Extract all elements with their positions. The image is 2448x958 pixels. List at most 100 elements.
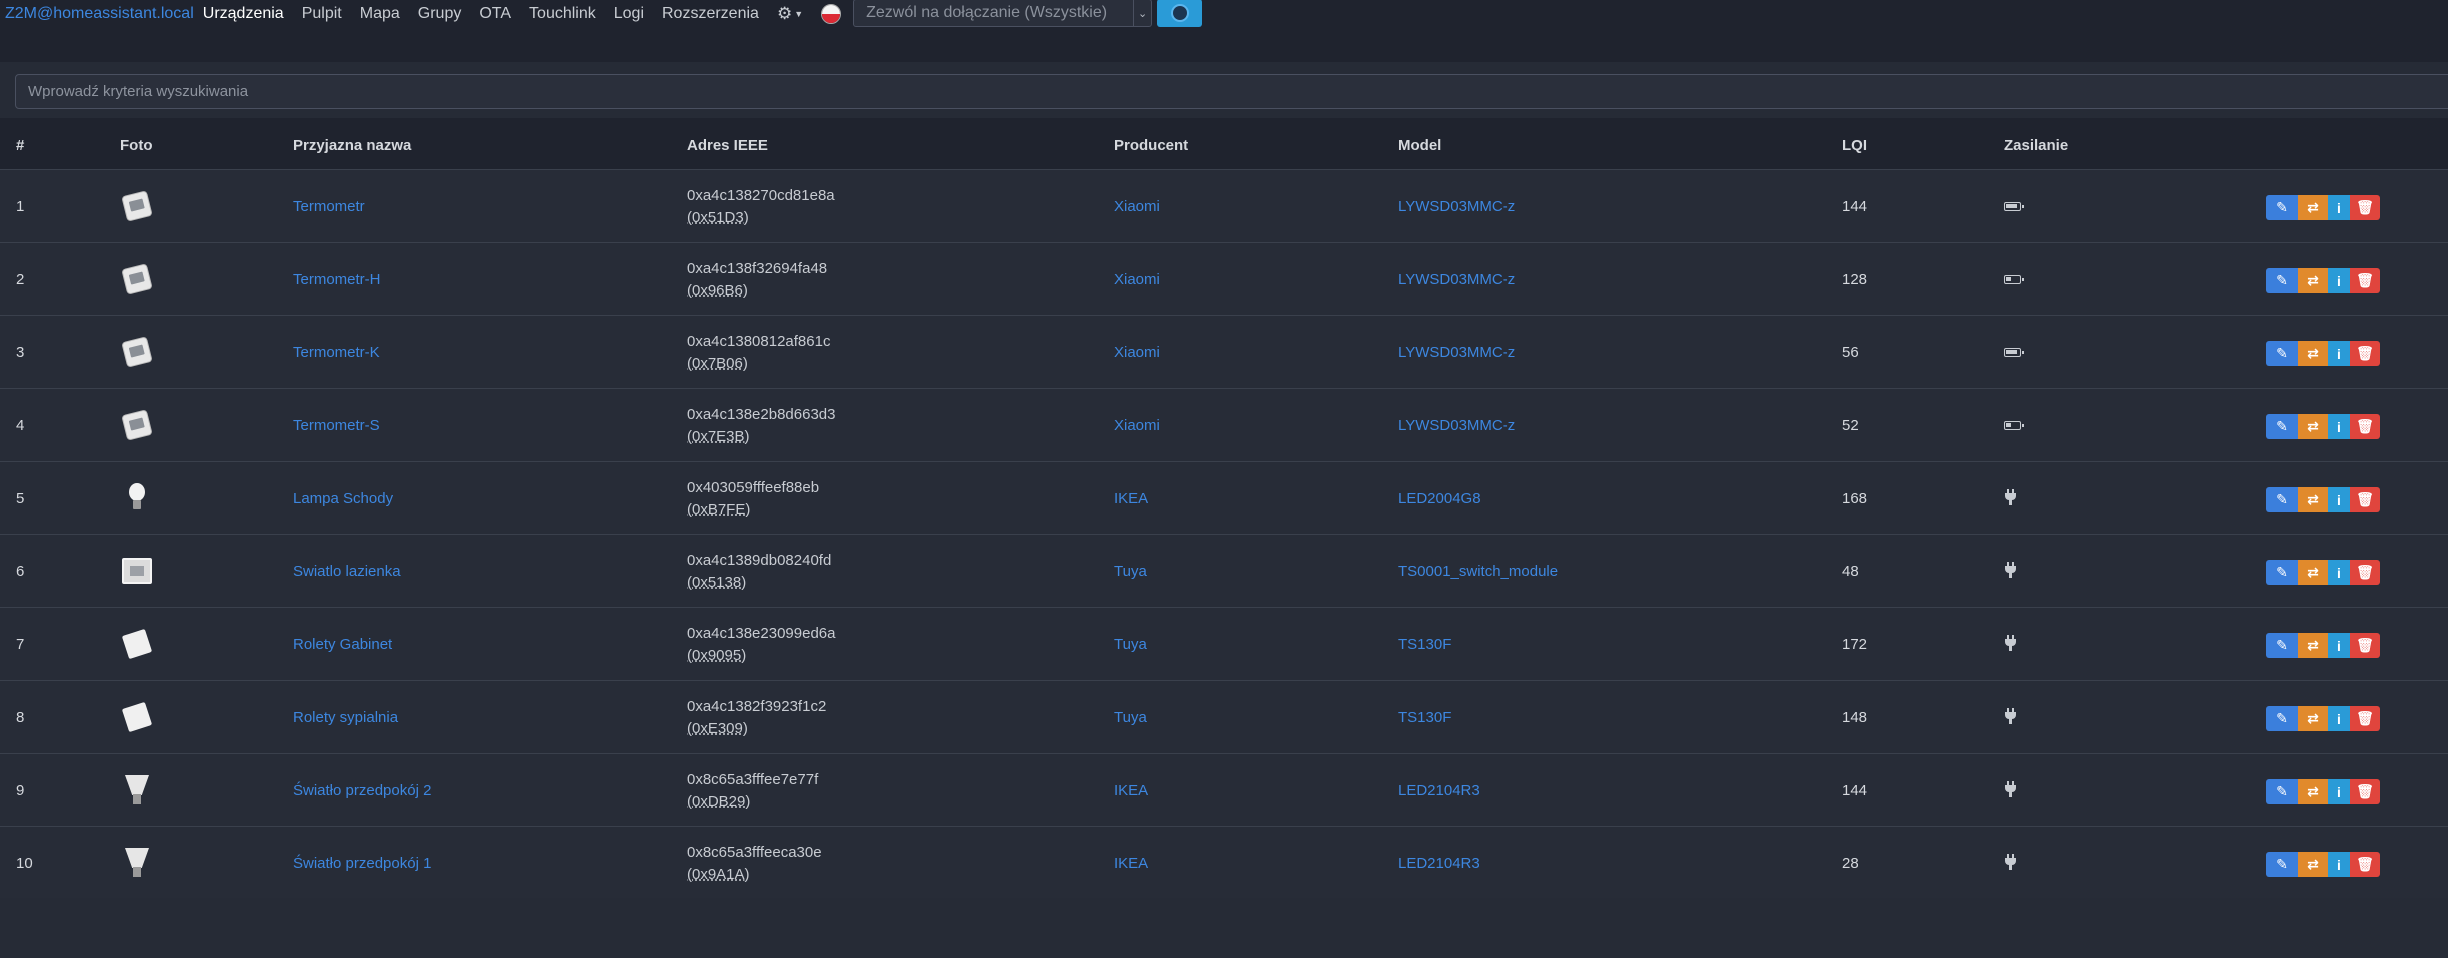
model-link[interactable]: LED2104R3	[1398, 855, 1480, 872]
model-link[interactable]: LED2104R3	[1398, 782, 1480, 799]
info-button[interactable]: i	[2328, 195, 2350, 220]
header-ieee-address[interactable]: Adres IEEE	[687, 137, 768, 154]
header-lqi[interactable]: LQI	[1842, 137, 1867, 154]
header-index[interactable]: #	[16, 137, 24, 154]
model-link[interactable]: LYWSD03MMC-z	[1398, 417, 1515, 434]
permit-join-label[interactable]: Zezwól na dołączanie (Wszystkie)	[854, 0, 1135, 26]
edit-button[interactable]: ✎	[2266, 560, 2298, 585]
edit-button[interactable]: ✎	[2266, 779, 2298, 804]
vendor-link[interactable]: Tuya	[1114, 709, 1147, 726]
device-name-link[interactable]: Termometr-S	[293, 417, 380, 434]
model-link[interactable]: LYWSD03MMC-z	[1398, 198, 1515, 215]
nav-link-groups[interactable]: Grupy	[418, 5, 462, 23]
rename-button[interactable]: ⇄	[2298, 414, 2328, 439]
device-name-link[interactable]: Światło przedpokój 1	[293, 855, 431, 872]
rename-button[interactable]: ⇄	[2298, 633, 2328, 658]
permit-join-select[interactable]: Zezwól na dołączanie (Wszystkie) ⌄	[853, 0, 1153, 27]
delete-button[interactable]: 🗑	[2350, 779, 2380, 804]
delete-button[interactable]: 🗑	[2350, 706, 2380, 731]
info-button[interactable]: i	[2328, 633, 2350, 658]
permit-join-button[interactable]	[1157, 0, 1203, 27]
model-link[interactable]: LED2004G8	[1398, 490, 1481, 507]
device-name-link[interactable]: Termometr	[293, 198, 365, 215]
header-vendor[interactable]: Producent	[1114, 137, 1188, 154]
delete-button[interactable]: 🗑	[2350, 195, 2380, 220]
rename-button[interactable]: ⇄	[2298, 779, 2328, 804]
poland-flag-icon[interactable]	[821, 3, 842, 24]
model-link[interactable]: LYWSD03MMC-z	[1398, 344, 1515, 361]
edit-button[interactable]: ✎	[2266, 706, 2298, 731]
device-image[interactable]	[120, 845, 154, 881]
vendor-link[interactable]: Xiaomi	[1114, 417, 1160, 434]
device-image[interactable]	[120, 188, 154, 224]
device-image[interactable]	[120, 407, 154, 443]
device-image[interactable]	[120, 626, 154, 662]
edit-button[interactable]: ✎	[2266, 268, 2298, 293]
rename-button[interactable]: ⇄	[2298, 706, 2328, 731]
delete-button[interactable]: 🗑	[2350, 633, 2380, 658]
vendor-link[interactable]: Tuya	[1114, 636, 1147, 653]
vendor-link[interactable]: Tuya	[1114, 563, 1147, 580]
nav-link-touchlink[interactable]: Touchlink	[529, 5, 596, 23]
device-name-link[interactable]: Rolety Gabinet	[293, 636, 392, 653]
device-name-link[interactable]: Lampa Schody	[293, 490, 393, 507]
delete-button[interactable]: 🗑	[2350, 341, 2380, 366]
vendor-link[interactable]: IKEA	[1114, 855, 1148, 872]
model-link[interactable]: TS130F	[1398, 636, 1451, 653]
nav-link-ota[interactable]: OTA	[479, 5, 511, 23]
search-input[interactable]	[16, 75, 2448, 108]
edit-button[interactable]: ✎	[2266, 487, 2298, 512]
info-button[interactable]: i	[2328, 560, 2350, 585]
header-friendly-name[interactable]: Przyjazna nazwa	[293, 137, 411, 154]
rename-button[interactable]: ⇄	[2298, 852, 2328, 877]
device-image[interactable]	[120, 699, 154, 735]
delete-button[interactable]: 🗑	[2350, 414, 2380, 439]
model-link[interactable]: TS0001_switch_module	[1398, 563, 1558, 580]
device-name-link[interactable]: Swiatlo lazienka	[293, 563, 401, 580]
rename-button[interactable]: ⇄	[2298, 341, 2328, 366]
vendor-link[interactable]: Xiaomi	[1114, 198, 1160, 215]
delete-button[interactable]: 🗑	[2350, 560, 2380, 585]
chevron-down-icon[interactable]: ⌄	[1134, 0, 1151, 26]
info-button[interactable]: i	[2328, 487, 2350, 512]
edit-button[interactable]: ✎	[2266, 852, 2298, 877]
rename-button[interactable]: ⇄	[2298, 487, 2328, 512]
edit-button[interactable]: ✎	[2266, 341, 2298, 366]
brand-link[interactable]: Z2M@homeassistant.local	[5, 5, 194, 23]
model-link[interactable]: LYWSD03MMC-z	[1398, 271, 1515, 288]
device-name-link[interactable]: Termometr-K	[293, 344, 380, 361]
rename-button[interactable]: ⇄	[2298, 560, 2328, 585]
device-name-link[interactable]: Termometr-H	[293, 271, 381, 288]
delete-button[interactable]: 🗑	[2350, 852, 2380, 877]
info-button[interactable]: i	[2328, 852, 2350, 877]
nav-link-logs[interactable]: Logi	[614, 5, 644, 23]
delete-button[interactable]: 🗑	[2350, 487, 2380, 512]
info-button[interactable]: i	[2328, 341, 2350, 366]
nav-link-dashboard[interactable]: Pulpit	[302, 5, 342, 23]
model-link[interactable]: TS130F	[1398, 709, 1451, 726]
device-image[interactable]	[120, 261, 154, 297]
vendor-link[interactable]: IKEA	[1114, 782, 1148, 799]
device-name-link[interactable]: Rolety sypialnia	[293, 709, 398, 726]
rename-button[interactable]: ⇄	[2298, 195, 2328, 220]
delete-button[interactable]: 🗑	[2350, 268, 2380, 293]
device-image[interactable]	[120, 480, 154, 516]
device-name-link[interactable]: Światło przedpokój 2	[293, 782, 431, 799]
header-model[interactable]: Model	[1398, 137, 1441, 154]
edit-button[interactable]: ✎	[2266, 195, 2298, 220]
info-button[interactable]: i	[2328, 414, 2350, 439]
header-power[interactable]: Zasilanie	[2004, 137, 2068, 154]
device-image[interactable]	[120, 772, 154, 808]
vendor-link[interactable]: Xiaomi	[1114, 271, 1160, 288]
vendor-link[interactable]: IKEA	[1114, 490, 1148, 507]
vendor-link[interactable]: Xiaomi	[1114, 344, 1160, 361]
nav-link-devices[interactable]: Urządzenia	[203, 5, 284, 23]
edit-button[interactable]: ✎	[2266, 414, 2298, 439]
nav-link-map[interactable]: Mapa	[360, 5, 400, 23]
edit-button[interactable]: ✎	[2266, 633, 2298, 658]
info-button[interactable]: i	[2328, 706, 2350, 731]
settings-dropdown[interactable]: ⚙ ▼	[777, 4, 803, 24]
nav-link-extensions[interactable]: Rozszerzenia	[662, 5, 759, 23]
device-image[interactable]	[120, 553, 154, 589]
info-button[interactable]: i	[2328, 779, 2350, 804]
